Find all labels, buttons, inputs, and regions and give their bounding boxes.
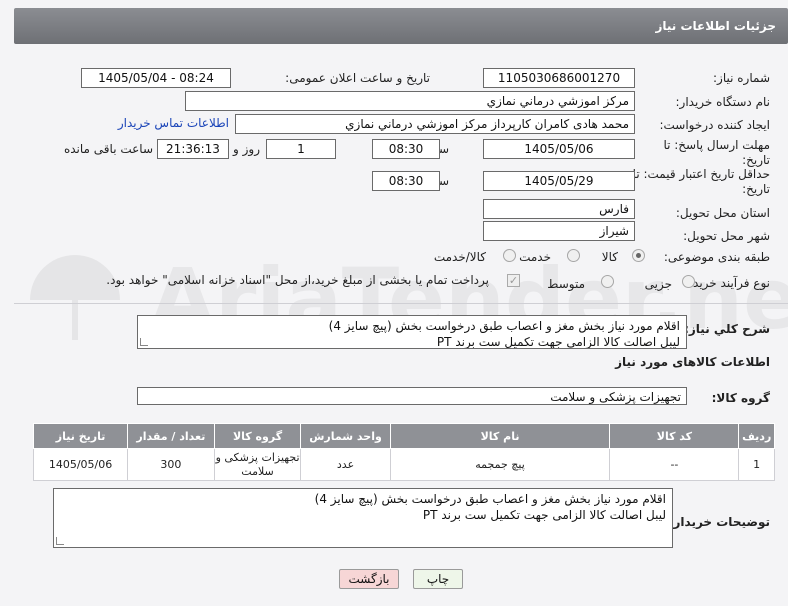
col-code: کد کالا xyxy=(609,423,740,449)
purchase-medium-radio[interactable] xyxy=(601,275,614,288)
city-field: شیراز xyxy=(483,221,635,241)
print-button[interactable]: چاپ xyxy=(413,569,463,589)
description-line-1: اقلام مورد نیاز بخش مغز و اعصاب طبق درخو… xyxy=(328,319,680,333)
purchase-medium-label: متوسط xyxy=(547,277,585,291)
category-goods-radio[interactable] xyxy=(632,249,645,262)
cell-group: تجهیزات پزشکی و سلامت xyxy=(213,448,302,481)
buyer-org-label: نام دستگاه خریدار: xyxy=(675,95,771,109)
purchase-type-label: نوع فرآیند خرید : xyxy=(685,276,770,290)
remaining-days-field: 1 xyxy=(266,139,336,159)
category-goods-service-label: کالا/خدمت xyxy=(433,250,486,264)
reply-deadline-label: مهلت ارسال پاسخ: تا تاریخ: xyxy=(663,138,770,167)
remaining-time-field: 21:36:13 xyxy=(157,139,229,159)
province-label: استان محل تحویل: xyxy=(675,206,770,220)
goods-section-title: اطلاعات کالاهای مورد نیاز xyxy=(615,355,770,369)
category-label: طبقه بندی موضوعی: xyxy=(663,250,770,264)
col-qty: تعداد / مقدار xyxy=(127,423,215,449)
cell-name: پیچ جمجمه xyxy=(389,448,611,481)
goods-table: ردیف کد کالا نام کالا واحد شمارش گروه کا… xyxy=(32,423,775,481)
announce-date-label: تاریخ و ساعت اعلان عمومی: xyxy=(285,71,430,85)
remaining-time-label: ساعت باقی مانده xyxy=(63,142,153,156)
col-date: تاریخ نیاز xyxy=(32,423,129,449)
page-header: جزئیات اطلاعات نیاز xyxy=(14,8,788,44)
description-label: شرح کلي نیاز: xyxy=(684,322,770,336)
creator-field: محمد هادی کامران کارپرداز مرکز اموزشي در… xyxy=(235,114,635,134)
category-goods-service-radio[interactable] xyxy=(503,249,516,262)
col-name: نام کالا xyxy=(389,423,611,449)
table-row: 1 -- پیچ جمجمه عدد تجهیزات پزشکی و سلامت… xyxy=(32,448,775,481)
need-number-field: 1105030686001270 xyxy=(483,68,635,88)
goods-group-label: گروه کالا: xyxy=(711,391,770,405)
treasury-payment-note: پرداخت تمام یا بخشی از مبلغ خرید،از محل … xyxy=(106,273,489,287)
goods-table-header: ردیف کد کالا نام کالا واحد شمارش گروه کا… xyxy=(32,423,775,449)
buyer-notes-line-1: اقلام مورد نیاز بخش مغز و اعصاب طبق درخو… xyxy=(314,492,666,506)
price-deadline-label: حداقل تاریخ اعتبار قیمت: تا تاریخ: xyxy=(632,167,770,196)
section-divider xyxy=(14,303,788,304)
days-label: روز و xyxy=(233,142,260,156)
cell-unit: عدد xyxy=(300,448,391,481)
category-service-label: خدمت xyxy=(519,250,551,264)
purchase-minor-label: جزیی xyxy=(644,277,672,291)
purchase-minor-radio[interactable] xyxy=(682,275,695,288)
resize-handle-icon[interactable] xyxy=(56,537,64,545)
reply-time-field: 08:30 xyxy=(372,139,440,159)
back-button[interactable]: بازگشت xyxy=(339,569,399,589)
description-line-2: لیبل اصالت کالا الزامی جهت تکمیل ست برند… xyxy=(436,335,680,349)
buyer-org-field: مرکز اموزشي درماني نمازي xyxy=(185,91,635,111)
buyer-contact-link[interactable]: اطلاعات تماس خریدار xyxy=(118,116,229,130)
buyer-notes-label: توضیحات خریدار: xyxy=(668,515,770,529)
treasury-payment-checkbox[interactable]: ✓ xyxy=(507,274,520,287)
price-date-field: 1405/05/29 xyxy=(483,171,635,191)
city-label: شهر محل تحویل: xyxy=(683,229,770,243)
reply-date-field: 1405/05/06 xyxy=(483,139,635,159)
announce-date-field: 1405/05/04 - 08:24 xyxy=(81,68,231,88)
col-group: گروه کالا xyxy=(213,423,302,449)
need-details-page: جزئیات اطلاعات نیاز AriaTender.neT شماره… xyxy=(0,0,788,606)
goods-group-field: تجهیزات پزشکی و سلامت xyxy=(137,387,687,405)
need-number-label: شماره نیاز: xyxy=(713,71,770,85)
cell-code: -- xyxy=(609,448,740,481)
price-time-field: 08:30 xyxy=(372,171,440,191)
cell-date: 1405/05/06 xyxy=(32,448,129,481)
category-goods-label: کالا xyxy=(601,250,618,264)
cell-qty: 300 xyxy=(127,448,215,481)
col-unit: واحد شمارش xyxy=(300,423,391,449)
buyer-notes-line-2: لیبل اصالت کالا الزامی جهت تکمیل ست برند… xyxy=(422,508,666,522)
cell-row: 1 xyxy=(738,448,775,481)
description-textarea: اقلام مورد نیاز بخش مغز و اعصاب طبق درخو… xyxy=(137,315,687,349)
col-row: ردیف xyxy=(738,423,775,449)
resize-handle-icon[interactable] xyxy=(140,338,148,346)
category-service-radio[interactable] xyxy=(567,249,580,262)
province-field: فارس xyxy=(483,199,635,219)
buyer-notes-textarea: اقلام مورد نیاز بخش مغز و اعصاب طبق درخو… xyxy=(53,488,673,548)
page-title: جزئیات اطلاعات نیاز xyxy=(655,19,776,33)
creator-label: ایجاد کننده درخواست: xyxy=(659,118,770,132)
